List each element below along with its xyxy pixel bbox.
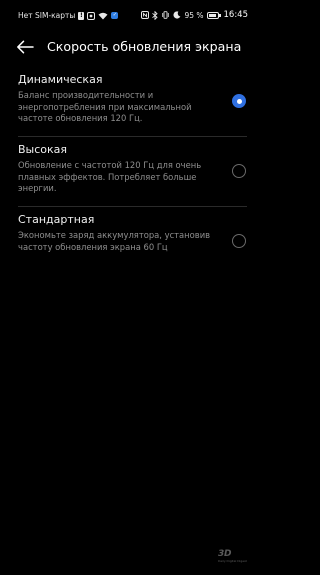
back-button[interactable]: [14, 36, 36, 58]
clock: 16:45: [223, 10, 249, 20]
option-description: Экономьте заряд аккумулятора, установив …: [18, 230, 211, 252]
watermark-tagline: Daily Digital Digest: [218, 559, 247, 563]
battery-percent: 95 %: [184, 10, 204, 20]
bluetooth-icon: [152, 10, 159, 20]
watermark-logo: 3D Daily Digital Digest: [218, 549, 260, 563]
vibrate-icon: [161, 11, 170, 19]
option-high[interactable]: Высокая Обновление с частотой 120 Гц для…: [0, 138, 265, 204]
sim-icon: !: [78, 11, 85, 20]
status-bar: Нет SIM-карты ! ✓ 95 % 16:45: [0, 0, 265, 28]
app-badge-icon: ✓: [111, 12, 119, 19]
option-description: Обновление с частотой 120 Гц для очень п…: [18, 160, 202, 194]
watermark-mark: 3D: [218, 549, 232, 559]
do-not-disturb-icon: [173, 11, 181, 19]
app-notification-icon: [87, 11, 96, 20]
divider: [18, 206, 247, 207]
status-right: 95 % 16:45: [141, 10, 248, 20]
carrier-label: Нет SIM-карты: [18, 11, 76, 20]
option-title: Стандартная: [18, 213, 95, 226]
radio-button[interactable]: [232, 94, 246, 108]
battery-icon: [206, 11, 221, 19]
page-header: Скорость обновления экрана: [0, 30, 265, 62]
radio-button[interactable]: [232, 164, 246, 178]
battery-fill: [208, 13, 217, 17]
page-title: Скорость обновления экрана: [47, 39, 242, 54]
option-title: Высокая: [18, 143, 68, 156]
divider: [18, 136, 247, 137]
arrow-left-icon: [17, 40, 34, 54]
option-dynamic[interactable]: Динамическая Баланс производительности и…: [0, 68, 265, 134]
nfc-icon: [141, 11, 150, 19]
wifi-icon: [98, 12, 108, 20]
option-description: Баланс производительности и энергопотреб…: [18, 90, 192, 124]
radio-button[interactable]: [232, 234, 246, 248]
status-left: Нет SIM-карты ! ✓: [18, 11, 119, 20]
option-standard[interactable]: Стандартная Экономьте заряд аккумулятора…: [0, 208, 265, 268]
option-title: Динамическая: [18, 73, 103, 86]
